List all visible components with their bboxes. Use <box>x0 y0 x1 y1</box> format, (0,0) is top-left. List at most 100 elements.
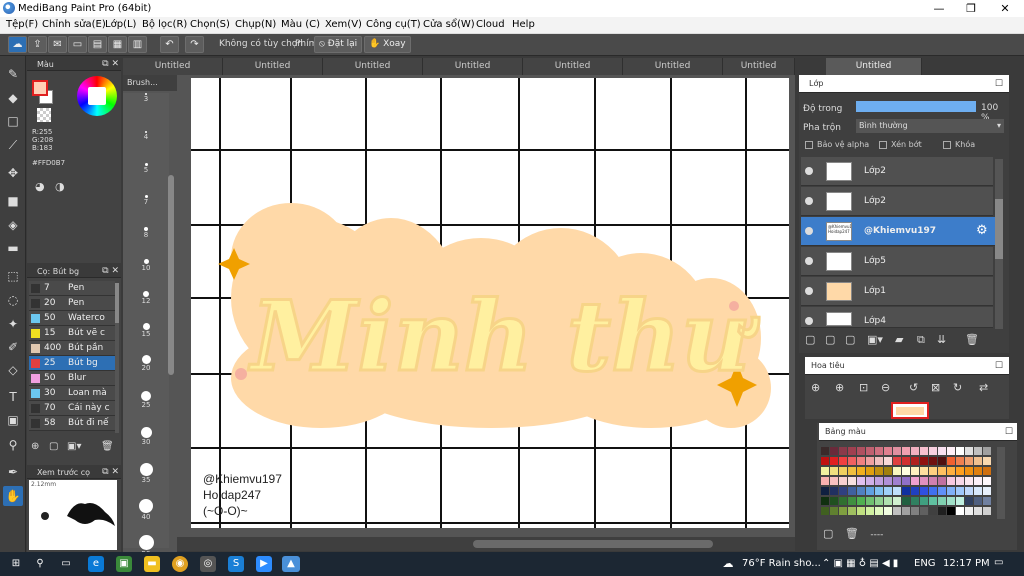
close-icon[interactable]: ⧉ ✕ <box>102 58 119 71</box>
color-swatch[interactable] <box>821 487 829 495</box>
color-swatch[interactable] <box>821 457 829 465</box>
horizontal-scroll-thumb[interactable] <box>473 540 713 548</box>
color-swatch[interactable] <box>857 507 865 515</box>
zoom-in-icon[interactable]: ⊕ <box>835 381 844 394</box>
windows-start-icon[interactable]: ⊞ <box>8 556 24 572</box>
pen-tool-icon[interactable]: ✒ <box>3 462 23 482</box>
fill-rect-tool-icon[interactable]: ■ <box>3 191 23 211</box>
color-swatch[interactable] <box>965 477 973 485</box>
color-swatch[interactable] <box>938 457 946 465</box>
skype-icon[interactable]: S <box>228 556 244 572</box>
color-swatch[interactable] <box>902 477 910 485</box>
color-swatch[interactable] <box>929 507 937 515</box>
brush-size-option[interactable]: 7 <box>131 189 161 206</box>
canvas-area[interactable]: Minh thư @Khiemvu197 Hoidap247 (~O-O)~ <box>177 75 795 545</box>
color-swatch[interactable] <box>839 497 847 505</box>
color-swatch[interactable] <box>911 457 919 465</box>
color-swatch[interactable] <box>911 507 919 515</box>
layer-row[interactable]: Lớp4 <box>801 307 993 328</box>
lock-checkbox[interactable] <box>943 141 951 149</box>
color-swatch[interactable] <box>875 477 883 485</box>
clipping-checkbox[interactable] <box>879 141 887 149</box>
color-swatch[interactable] <box>875 467 883 475</box>
language-indicator[interactable]: ENG <box>914 558 936 569</box>
color-swatch[interactable] <box>929 467 937 475</box>
color-swatch[interactable] <box>884 477 892 485</box>
close-button[interactable]: ✕ <box>988 0 1022 17</box>
color-swatch[interactable] <box>830 457 838 465</box>
color-swatch[interactable] <box>857 487 865 495</box>
color-swatch[interactable] <box>974 507 982 515</box>
tab-untitled-active[interactable]: Untitled <box>826 58 922 75</box>
folder-icon[interactable]: ▬ <box>144 556 160 572</box>
color-swatch[interactable] <box>848 447 856 455</box>
new-layer-icon[interactable]: ▢ <box>845 333 855 346</box>
color-swatch[interactable] <box>830 487 838 495</box>
menu-help[interactable]: Help <box>512 19 535 30</box>
color-swatch[interactable] <box>875 487 883 495</box>
color-swatch[interactable] <box>911 467 919 475</box>
color-swatch[interactable] <box>965 497 973 505</box>
color-swatch[interactable] <box>848 487 856 495</box>
brush-item[interactable]: 15 Bút vẽ c <box>29 326 115 341</box>
zoom-icon[interactable]: ▶ <box>256 556 272 572</box>
layout-icon[interactable]: ▥ <box>128 36 147 53</box>
color-swatch[interactable] <box>956 457 964 465</box>
flip-icon[interactable]: ⇄ <box>979 381 988 394</box>
eraser-tool-icon[interactable]: ◆ <box>3 88 23 108</box>
color-swatch[interactable] <box>893 477 901 485</box>
color-swatch[interactable] <box>974 497 982 505</box>
copy-brush-icon[interactable]: ▢ <box>49 441 58 452</box>
color-swatch[interactable] <box>983 477 991 485</box>
tab-untitled[interactable]: Untitled <box>723 58 795 75</box>
edge-icon[interactable]: e <box>88 556 104 572</box>
color-swatch[interactable] <box>848 477 856 485</box>
undo-icon[interactable]: ↶ <box>160 36 179 53</box>
color-swatch[interactable] <box>893 487 901 495</box>
frame-tool-icon[interactable]: ▣ <box>3 410 23 430</box>
color-swatch[interactable] <box>884 467 892 475</box>
folder-icon[interactable]: ▰ <box>895 333 903 346</box>
brush-size-option[interactable]: 20 <box>131 349 161 372</box>
color-wheel[interactable] <box>77 76 117 116</box>
color-swatch[interactable] <box>938 467 946 475</box>
delete-brush-icon[interactable]: 🗑 <box>101 441 114 452</box>
color-swatch[interactable] <box>974 467 982 475</box>
add-brush-icon[interactable]: ⊕ <box>31 441 39 452</box>
new-layer-icon[interactable]: ▢ <box>825 333 835 346</box>
menu-tools[interactable]: Công cụ(T) <box>366 19 421 30</box>
color-swatch[interactable] <box>875 497 883 505</box>
color-swatch[interactable] <box>947 467 955 475</box>
brush-size-option[interactable]: 3 <box>131 93 161 103</box>
color-swatch[interactable] <box>866 507 874 515</box>
store-icon[interactable]: ▣ <box>116 556 132 572</box>
brush-size-option[interactable]: 10 <box>131 253 161 272</box>
menu-snap[interactable]: Chụp(N) <box>235 19 276 30</box>
color-swatch[interactable] <box>938 447 946 455</box>
color-swatch[interactable] <box>857 457 865 465</box>
new-layer-icon[interactable]: ▢ <box>805 333 815 346</box>
opacity-slider[interactable] <box>856 101 976 112</box>
zoom-actual-icon[interactable]: ⊡ <box>859 381 868 394</box>
color-swatch[interactable] <box>830 507 838 515</box>
close-icon[interactable]: ⧉ ✕ <box>102 265 119 278</box>
color-swatch[interactable] <box>911 477 919 485</box>
color-swatch[interactable] <box>956 497 964 505</box>
close-icon[interactable]: ☐ <box>1005 423 1013 441</box>
visibility-icon[interactable] <box>805 287 813 295</box>
brush-scrollbar[interactable] <box>115 283 119 433</box>
brush-item[interactable]: 20 Pen <box>29 296 115 311</box>
gradient-tool-icon[interactable]: ▬ <box>3 238 23 258</box>
brush-item[interactable]: 58 Bút đi nế <box>29 416 115 431</box>
photos-icon[interactable]: ▲ <box>282 556 300 572</box>
lasso-tool-icon[interactable]: ◌ <box>3 290 23 310</box>
size-scrollbar[interactable] <box>168 175 174 375</box>
color-swatch[interactable] <box>983 507 991 515</box>
brush-size-option[interactable]: 40 <box>131 493 161 521</box>
color-swatch[interactable] <box>902 507 910 515</box>
gear-icon[interactable]: ⚙ <box>976 223 988 238</box>
brush-tool-icon[interactable]: ✎ <box>3 64 23 84</box>
color-swatch[interactable] <box>830 447 838 455</box>
close-icon[interactable]: ⧉ ✕ <box>102 466 119 479</box>
color-swatch[interactable] <box>848 507 856 515</box>
